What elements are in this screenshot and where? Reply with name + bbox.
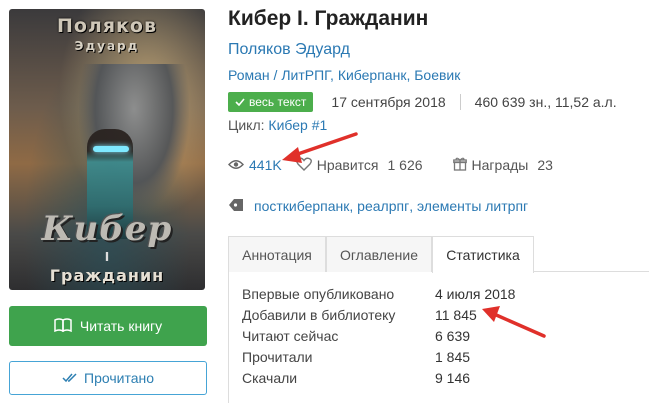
book-cover[interactable]: Поляков Эдуард Кибер I Гражданин [9, 9, 205, 290]
stat-row: Прочитали 1 845 [242, 349, 470, 365]
stat-value: 1 845 [435, 349, 471, 365]
mark-read-label: Прочитано [84, 370, 154, 386]
book-title: Кибер I. Гражданин [228, 7, 429, 30]
cover-author-name: Эдуард [74, 39, 140, 53]
likes-label: Нравится [316, 157, 379, 173]
stats-row: 441K Нравится 1 626 Награды 23 [228, 155, 553, 175]
cycle-link[interactable]: Кибер #1 [268, 117, 327, 133]
stat-label: Читают сейчас [242, 328, 339, 344]
views-stat: 441K [228, 157, 282, 173]
stat-row: Впервые опубликовано 4 июля 2018 [242, 286, 515, 302]
open-book-icon [54, 317, 72, 335]
read-book-label: Читать книгу [79, 318, 163, 334]
views-count: 441K [249, 157, 282, 173]
double-check-icon [62, 370, 78, 386]
genre-link[interactable]: Роман [228, 67, 270, 83]
publication-date: 17 сентября 2018 [331, 93, 461, 110]
stat-label: Впервые опубликовано [242, 286, 395, 302]
awards-count: 23 [537, 157, 553, 173]
like-button[interactable]: Нравится 1 626 [295, 157, 423, 174]
likes-count: 1 626 [387, 157, 423, 173]
tab-statistics[interactable]: Статистика [432, 236, 534, 273]
stat-label: Прочитали [242, 349, 313, 365]
mark-read-button[interactable]: Прочитано [9, 361, 207, 395]
tags-row: посткиберпанк, реалрпг, элементы литрпг [228, 196, 528, 216]
text-size: 460 639 зн., 11,52 а.л. [474, 93, 617, 110]
cover-volume: I [104, 250, 110, 264]
cover-visor-art [93, 146, 129, 152]
cycle-label: Цикл: [228, 117, 265, 133]
awards-button[interactable]: Награды 23 [452, 157, 553, 174]
stat-value: 4 июля 2018 [435, 286, 516, 302]
stat-value: 11 845 [435, 307, 477, 323]
stat-value: 9 146 [435, 370, 471, 386]
genre-link[interactable]: ЛитРПГ [281, 67, 330, 83]
statistics-panel: Впервые опубликовано 4 июля 2018 Добавили… [228, 272, 649, 403]
tag-link[interactable]: элементы литрпг [417, 198, 528, 214]
heart-icon [295, 157, 312, 174]
eye-icon [228, 157, 244, 173]
stat-label: Добавили в библиотеку [242, 307, 396, 323]
stat-row: Добавили в библиотеку 11 845 [242, 307, 477, 323]
genre-link[interactable]: Киберпанк [338, 67, 407, 83]
read-book-button[interactable]: Читать книгу [9, 306, 207, 346]
gift-icon [452, 157, 467, 174]
awards-label: Награды [471, 157, 529, 173]
author-link[interactable]: Поляков Эдуард [228, 41, 350, 59]
stat-value: 6 639 [435, 328, 471, 344]
stat-row: Читают сейчас 6 639 [242, 328, 470, 344]
tab-annotation[interactable]: Аннотация [228, 236, 326, 272]
cover-author-surname: Поляков [56, 15, 158, 37]
genre-list: Роман / ЛитРПГ, Киберпанк, Боевик [228, 67, 461, 83]
tag-link[interactable]: реалрпг [357, 198, 409, 214]
book-meta: весь текст 17 сентября 2018 460 639 зн.,… [228, 91, 617, 112]
stat-label: Скачали [242, 370, 298, 386]
cover-title: Кибер [41, 209, 173, 249]
full-text-label: весь текст [249, 94, 307, 109]
tab-contents[interactable]: Оглавление [326, 236, 432, 272]
cycle-info: Цикл: Кибер #1 [228, 117, 327, 133]
full-text-badge: весь текст [228, 91, 314, 112]
genre-link[interactable]: Боевик [414, 67, 460, 83]
checkmark-icon [235, 95, 245, 109]
stat-row: Скачали 9 146 [242, 370, 470, 386]
tab-bar: Аннотация Оглавление Статистика [228, 236, 649, 273]
tag-link[interactable]: посткиберпанк [254, 198, 349, 214]
cover-subtitle: Гражданин [49, 266, 165, 285]
tag-icon [228, 198, 244, 215]
